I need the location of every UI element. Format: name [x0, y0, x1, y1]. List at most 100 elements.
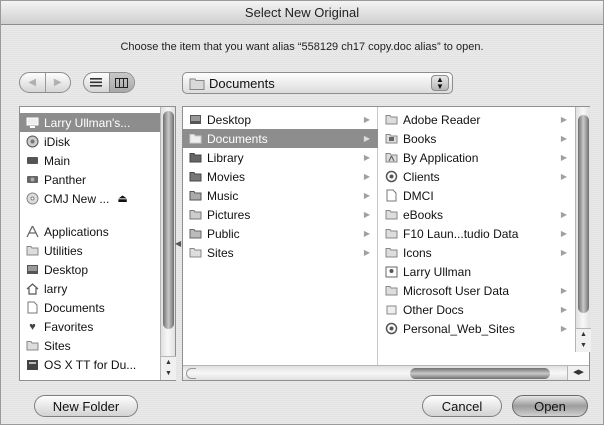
- folder-icon: [26, 339, 39, 352]
- folder-icon: [385, 303, 398, 316]
- sidebar-item-label: Panther: [44, 172, 87, 187]
- list-item[interactable]: By Application ▶: [379, 148, 575, 167]
- sidebar-item-main[interactable]: Main: [20, 151, 160, 170]
- sidebar-item-panther[interactable]: Panther: [20, 170, 160, 189]
- list-item[interactable]: Library ▶: [183, 148, 378, 167]
- column-view-button[interactable]: [108, 73, 134, 92]
- disk-icon: [26, 173, 39, 186]
- sidebar-item-desktop[interactable]: Desktop: [20, 260, 160, 279]
- disclosure-arrow-icon: ▶: [363, 153, 370, 162]
- item-label: Icons: [403, 245, 432, 260]
- browser-horizontal-scrollbar[interactable]: ◀▶: [183, 365, 589, 380]
- back-button[interactable]: ◀: [20, 73, 45, 92]
- disclosure-arrow-icon: ▶: [560, 210, 567, 219]
- disclosure-arrow-icon: ▶: [363, 248, 370, 257]
- item-label: eBooks: [403, 207, 444, 222]
- folder-icon: [189, 227, 202, 240]
- forward-button[interactable]: ▶: [44, 73, 71, 92]
- sidebar-item-idisk[interactable]: iDisk: [20, 132, 160, 151]
- folder-icon: [189, 189, 202, 202]
- list-item[interactable]: Public ▶: [183, 224, 378, 243]
- list-item[interactable]: DMCI: [379, 186, 575, 205]
- item-label: DMCI: [403, 188, 434, 203]
- item-label: Personal_Web_Sites: [403, 321, 515, 336]
- item-label: Pictures: [207, 207, 251, 222]
- folder-icon: [189, 208, 202, 221]
- list-item[interactable]: Movies ▶: [183, 167, 378, 186]
- list-item[interactable]: Sites ▶: [183, 243, 378, 262]
- sidebar-item-label: Larry Ullman's...: [44, 115, 131, 130]
- location-popup[interactable]: Documents ▲ ▼: [182, 72, 453, 94]
- sidebar-item-label: Desktop: [44, 262, 89, 277]
- list-item[interactable]: Music ▶: [183, 186, 378, 205]
- horizontal-scroll-arrows-icon[interactable]: ◀▶: [567, 366, 589, 380]
- new-folder-button[interactable]: New Folder: [34, 395, 138, 417]
- disclosure-arrow-icon: ▶: [560, 305, 567, 314]
- item-label: Other Docs: [403, 302, 464, 317]
- folder-icon: [26, 244, 39, 257]
- sidebar-item-osx-tt[interactable]: OS X TT for Du...: [20, 355, 160, 374]
- list-item[interactable]: Microsoft User Data ▶: [379, 281, 575, 300]
- list-item[interactable]: eBooks ▶: [379, 205, 575, 224]
- list-item[interactable]: Clients ▶: [379, 167, 575, 186]
- books-folder-icon: [385, 132, 398, 145]
- item-label: Documents: [207, 131, 268, 146]
- sidebar-item-label: OS X TT for Du...: [44, 357, 137, 372]
- item-label: Books: [403, 131, 437, 146]
- list-item[interactable]: Adobe Reader ▶: [379, 110, 575, 129]
- cancel-button[interactable]: Cancel: [422, 395, 502, 417]
- list-view-icon: [90, 78, 103, 87]
- open-button[interactable]: Open: [512, 395, 588, 417]
- sidebar-scrollbar[interactable]: ▲ ▼: [160, 107, 176, 380]
- applications-icon: [26, 225, 39, 238]
- disclosure-arrow-icon: ▶: [560, 286, 567, 295]
- sidebar-scroll-thumb[interactable]: [163, 111, 174, 329]
- sidebar-item-applications[interactable]: Applications: [20, 222, 160, 241]
- disclosure-arrow-icon: ▶: [560, 153, 567, 162]
- sidebar-item-favorites[interactable]: ♥ Favorites: [20, 317, 160, 336]
- list-item[interactable]: Other Docs ▶: [379, 300, 575, 319]
- eject-icon[interactable]: ⏏: [117, 192, 127, 205]
- sidebar-item-documents[interactable]: Documents: [20, 298, 160, 317]
- disclosure-arrow-icon: ▶: [363, 172, 370, 181]
- list-item[interactable]: Larry Ullman: [379, 262, 575, 281]
- column-scroll-thumb[interactable]: [578, 115, 589, 313]
- column-scrollbar[interactable]: ▲ ▼: [575, 107, 591, 352]
- sidebar-item-label: Main: [44, 153, 71, 168]
- scroll-arrows-icon[interactable]: ▲ ▼: [161, 356, 176, 380]
- disclosure-arrow-icon: ▶: [560, 248, 567, 257]
- list-item[interactable]: Documents ▶: [183, 129, 378, 148]
- sidebar-item-label: Documents: [44, 300, 105, 315]
- folder-icon: [189, 78, 205, 90]
- desktop-icon: [26, 263, 39, 276]
- sidebar-item-utilities[interactable]: Utilities: [20, 241, 160, 260]
- disk-icon: [26, 154, 39, 167]
- prompt-text: Choose the item that you want alias “558…: [120, 41, 484, 53]
- list-view-button[interactable]: [84, 73, 109, 92]
- scroll-arrows-icon[interactable]: ▲ ▼: [576, 328, 591, 352]
- location-label: Documents: [209, 75, 275, 91]
- list-item[interactable]: Icons ▶: [379, 243, 575, 262]
- list-item[interactable]: Pictures ▶: [183, 205, 378, 224]
- column-resize-grip[interactable]: ◀: [175, 239, 181, 248]
- list-item[interactable]: Personal_Web_Sites ▶: [379, 319, 575, 338]
- disclosure-arrow-icon: ▶: [560, 229, 567, 238]
- sidebar-item-sites[interactable]: Sites: [20, 336, 160, 355]
- list-item[interactable]: F10 Laun...tudio Data ▶: [379, 224, 575, 243]
- item-label: Public: [207, 226, 240, 241]
- list-item[interactable]: Desktop ▶: [183, 110, 378, 129]
- item-label: Clients: [403, 169, 440, 184]
- horizontal-scroll-thumb[interactable]: [410, 368, 550, 379]
- application-folder-icon: [385, 151, 398, 164]
- sidebar-item-computer[interactable]: Larry Ullman's...: [20, 113, 160, 132]
- navigation-buttons: ◀ ▶: [19, 72, 71, 93]
- sidebar-item-larry[interactable]: larry: [20, 279, 160, 298]
- document-icon: [385, 265, 398, 278]
- dialog-window: Select New Original Choose the item that…: [0, 0, 604, 425]
- disclosure-arrow-icon: ▶: [363, 115, 370, 124]
- sidebar: Larry Ullman's... iDisk Main Panther CMJ…: [19, 106, 176, 381]
- item-label: Larry Ullman: [403, 264, 472, 279]
- column-browser: Desktop ▶ Documents ▶ Library ▶ Movies ▶…: [182, 106, 591, 381]
- list-item[interactable]: Books ▶: [379, 129, 575, 148]
- sidebar-item-cmj[interactable]: CMJ New ... ⏏: [20, 189, 160, 208]
